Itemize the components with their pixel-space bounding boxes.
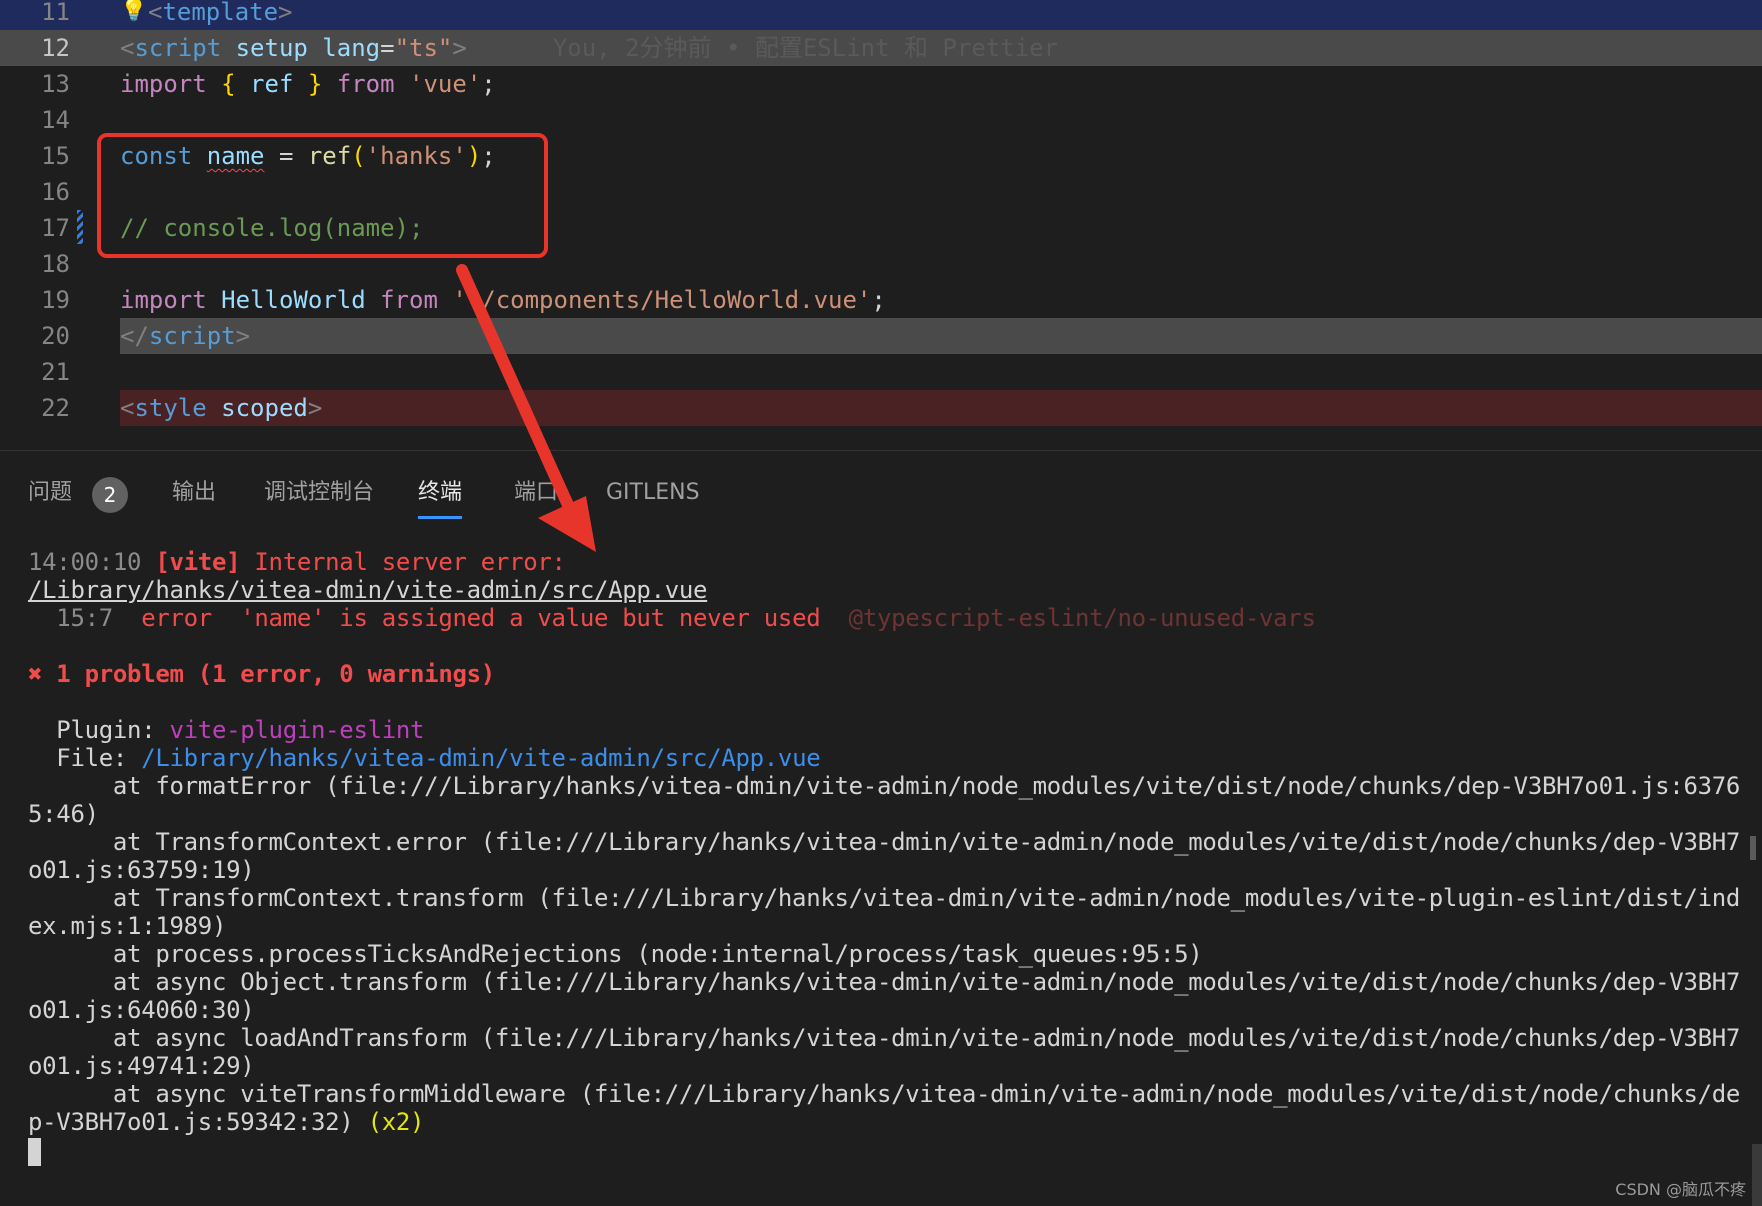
arrow-shaft — [456, 264, 574, 511]
watermark: CSDN @脑瓜不疼 — [1615, 1180, 1746, 1199]
scrollbar-track[interactable] — [1752, 1144, 1762, 1206]
scrollbar-thumb[interactable] — [1750, 836, 1756, 860]
annotation-arrow — [456, 264, 596, 552]
